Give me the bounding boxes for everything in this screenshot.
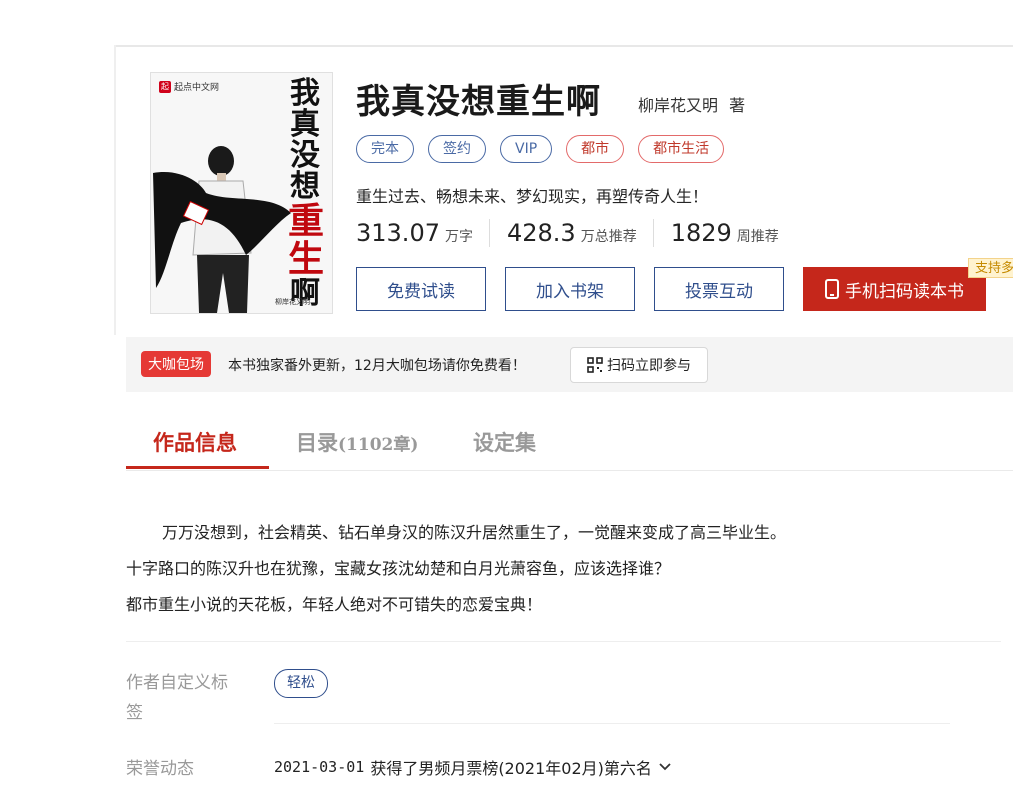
tab-settings[interactable]: 设定集	[473, 427, 536, 457]
stat-value: 313.07	[356, 219, 440, 247]
description-line: 十字路口的陈汉升也在犹豫，宝藏女孩沈幼楚和白月光萧容鱼，应该选择谁？	[126, 559, 671, 578]
book-description: 万万没想到，社会精英、钻石单身汉的陈汉升居然重生了，一觉醒来变成了高三毕业生。 …	[126, 515, 786, 623]
honor-date: 2021-03-01	[274, 758, 365, 776]
promo-join-label: 扫码立即参与	[607, 358, 691, 374]
add-shelf-button[interactable]: 加入书架	[505, 267, 635, 311]
tab-catalog-count: (1102章)	[338, 435, 419, 455]
promo-bar: 大咖包场 本书独家番外更新，12月大咖包场请你免费看！ 扫码立即参与	[126, 337, 1013, 392]
section-divider	[126, 641, 1001, 642]
book-cover[interactable]: 起 起点中文网 我真没想 重生 啊 柳岸花又明	[150, 72, 333, 314]
custom-tag[interactable]: 轻松	[274, 669, 328, 698]
author-line: 柳岸花又明 著	[638, 92, 745, 116]
book-intro: 重生过去、畅想未来、梦幻现实，再塑传奇人生！	[356, 187, 709, 206]
honor-text: 获得了男频月票榜(2021年02月)第六名	[370, 759, 652, 778]
author-name[interactable]: 柳岸花又明	[638, 96, 718, 115]
tab-info[interactable]: 作品信息	[153, 427, 237, 457]
tab-catalog-label: 目录	[296, 430, 338, 455]
book-tag[interactable]: 都市	[566, 135, 625, 163]
book-tag[interactable]: 完本	[356, 135, 414, 163]
mobile-read-button[interactable]: 手机扫码读本书	[803, 267, 986, 311]
book-tags: 完本 签约 VIP 都市 都市生活	[356, 135, 725, 163]
cover-title-char: 想	[290, 169, 320, 204]
content-tabs: 作品信息 目录(1102章) 设定集	[126, 413, 1013, 471]
description-line: 万万没想到，社会精英、钻石单身汉的陈汉升居然重生了，一觉醒来变成了高三毕业生。	[162, 523, 787, 542]
promo-badge: 大咖包场	[141, 351, 211, 377]
honors-label: 荣誉动态	[126, 759, 194, 779]
cover-author: 柳岸花又明	[275, 298, 310, 306]
cover-title-char: 没	[290, 138, 320, 173]
honor-item[interactable]: 2021-03-01 获得了男频月票榜(2021年02月)第六名	[274, 755, 672, 779]
stat-unit: 万字	[444, 229, 473, 245]
promo-text: 本书独家番外更新，12月大咖包场请你免费看！	[228, 358, 526, 374]
support-badge: 支持多	[968, 258, 1013, 278]
stat-unit: 万总推荐	[580, 229, 637, 245]
book-tag[interactable]: 都市生活	[638, 135, 725, 163]
stat-item: 428.3 万总推荐	[488, 219, 653, 247]
promo-join-button[interactable]: 扫码立即参与	[570, 347, 708, 383]
stat-value: 428.3	[506, 219, 576, 247]
left-border	[114, 45, 116, 335]
cover-vertical-title: 我真没想 重生 啊	[288, 76, 325, 309]
tab-catalog[interactable]: 目录(1102章)	[296, 427, 418, 457]
book-stats: 313.07 万字 428.3 万总推荐 1829 周推荐	[356, 219, 795, 247]
book-tag[interactable]: VIP	[500, 135, 553, 163]
cover-title-char: 重	[288, 200, 325, 242]
top-border	[114, 45, 1013, 47]
stat-unit: 周推荐	[736, 229, 779, 245]
cover-title-char: 真	[290, 107, 320, 142]
book-tag[interactable]: 签约	[428, 135, 486, 163]
cover-title-char: 我	[290, 76, 320, 111]
stat-item: 1829 周推荐	[652, 219, 795, 247]
cover-title-char: 生	[288, 238, 325, 280]
mobile-read-label: 手机扫码读本书	[845, 281, 964, 302]
section-divider	[274, 723, 950, 724]
free-read-button[interactable]: 免费试读	[356, 267, 486, 311]
qr-code-icon	[587, 357, 603, 373]
author-suffix: 著	[729, 96, 746, 115]
stat-value: 1829	[670, 219, 732, 247]
description-line: 都市重生小说的天花板，年轻人绝对不可错失的恋爱宝典！	[126, 595, 543, 614]
vote-button[interactable]: 投票互动	[654, 267, 784, 311]
custom-tags-label: 作者自定义标签	[126, 673, 228, 723]
book-title[interactable]: 我真没想重生啊	[356, 74, 601, 123]
chevron-down-icon[interactable]	[658, 762, 672, 772]
active-tab-underline	[126, 466, 269, 469]
stat-item: 313.07 万字	[356, 219, 489, 247]
phone-icon	[825, 279, 839, 299]
